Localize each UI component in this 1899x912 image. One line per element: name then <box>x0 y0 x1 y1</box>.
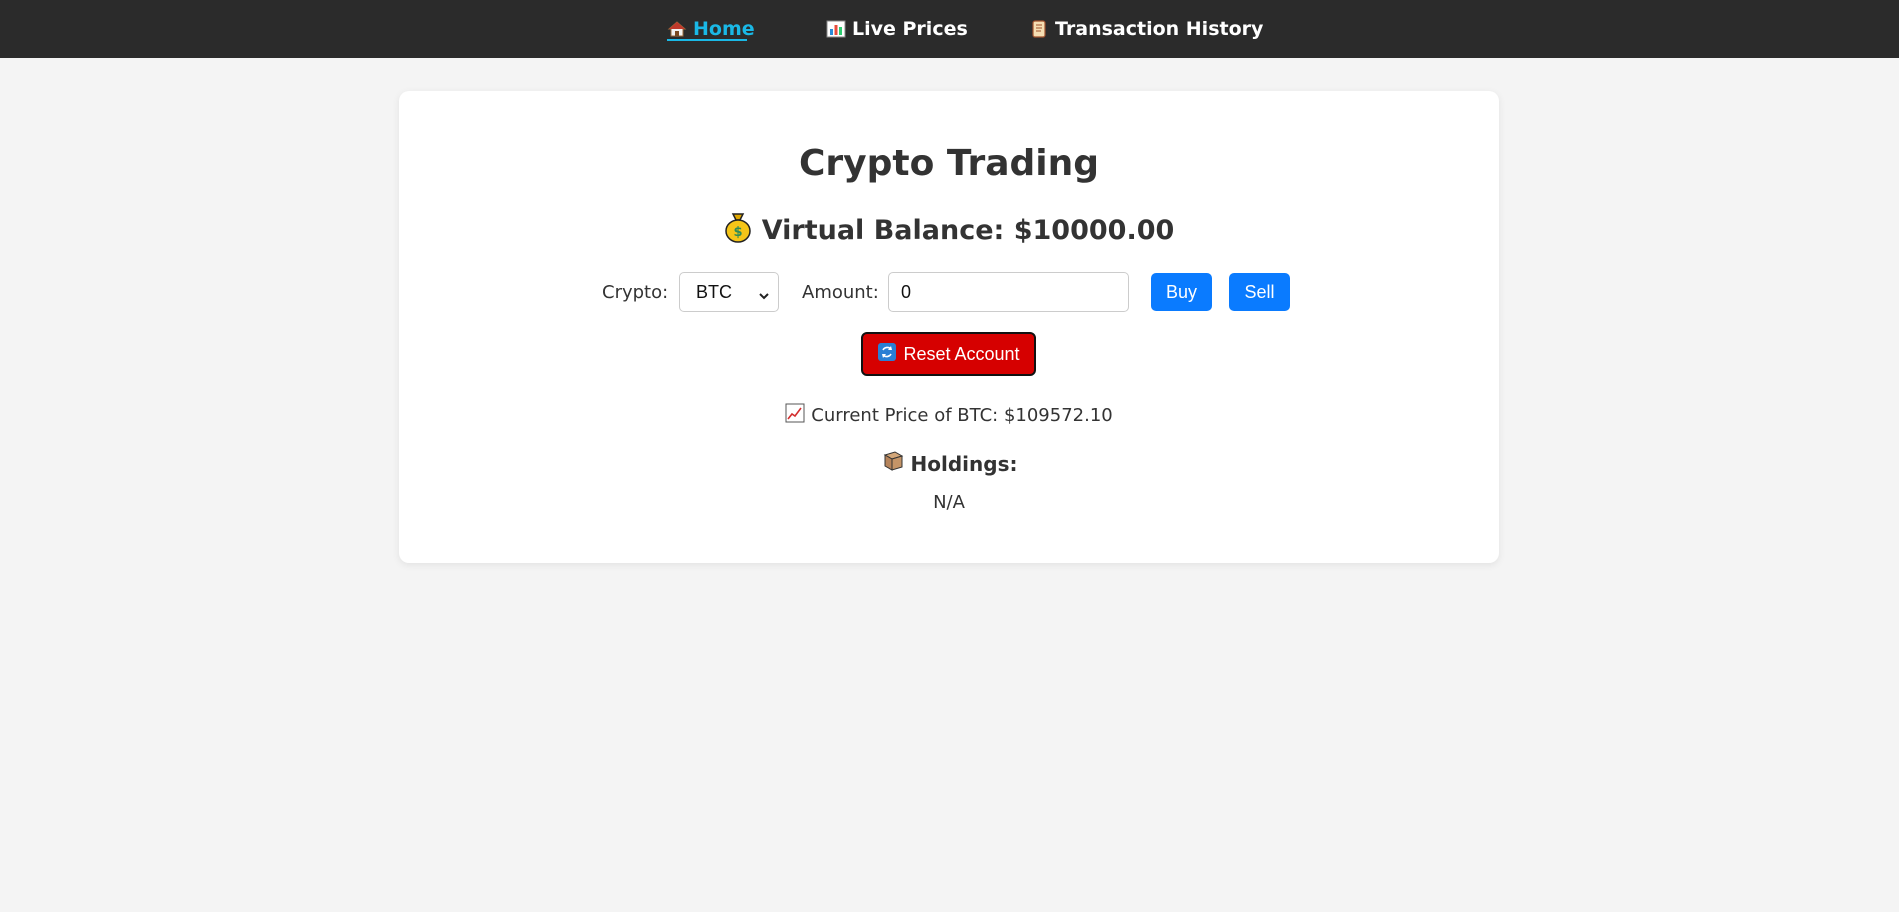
nav-live-prices-label: Live Prices <box>852 18 968 40</box>
virtual-balance: Virtual Balance: $10000.00 <box>761 215 1175 246</box>
crypto-select-value: BTC <box>696 281 732 302</box>
house-icon <box>667 19 687 39</box>
nav-transaction-history-link[interactable]: Transaction History <box>1029 0 1263 58</box>
chevron-down-icon <box>758 286 770 307</box>
holdings-row: Holdings: <box>399 449 1499 478</box>
sell-button[interactable]: Sell <box>1229 273 1290 311</box>
nav-live-prices-link[interactable]: Live Prices <box>826 0 968 58</box>
holdings-label: Holdings: <box>910 451 1018 476</box>
scroll-icon <box>1029 19 1049 39</box>
balance-row: $ Virtual Balance: $10000.00 <box>399 211 1499 250</box>
crypto-select[interactable]: BTC <box>679 272 779 312</box>
trading-card: Crypto Trading $ Virtual Balance: $10000… <box>399 91 1499 563</box>
reset-account-label: Reset Account <box>903 343 1020 364</box>
money-bag-icon: $ <box>724 211 752 250</box>
page-title: Crypto Trading <box>798 143 1100 184</box>
package-icon <box>881 449 905 478</box>
svg-text:$: $ <box>733 225 742 240</box>
nav-transaction-history-label: Transaction History <box>1055 18 1264 40</box>
crypto-label: Crypto: <box>602 282 669 303</box>
current-price-text: Current Price of BTC: $109572.10 <box>811 405 1113 426</box>
top-navbar: Home Live Prices Transaction History <box>0 0 1899 58</box>
buy-button[interactable]: Buy <box>1151 273 1212 311</box>
reset-account-button[interactable]: Reset Account <box>861 332 1036 376</box>
current-price-row: Current Price of BTC: $109572.10 <box>399 403 1499 428</box>
refresh-icon <box>877 342 897 367</box>
nav-home-label: Home <box>693 18 755 40</box>
nav-home-link[interactable]: Home <box>667 0 755 58</box>
trade-controls: Crypto: BTC Amount: Buy Sell <box>399 272 1499 312</box>
chart-increasing-icon <box>785 403 805 428</box>
active-tab-underline <box>667 39 747 41</box>
bar-chart-icon <box>826 19 846 39</box>
amount-input[interactable] <box>888 272 1129 312</box>
holdings-value: N/A <box>933 492 965 513</box>
amount-label: Amount: <box>802 282 879 303</box>
